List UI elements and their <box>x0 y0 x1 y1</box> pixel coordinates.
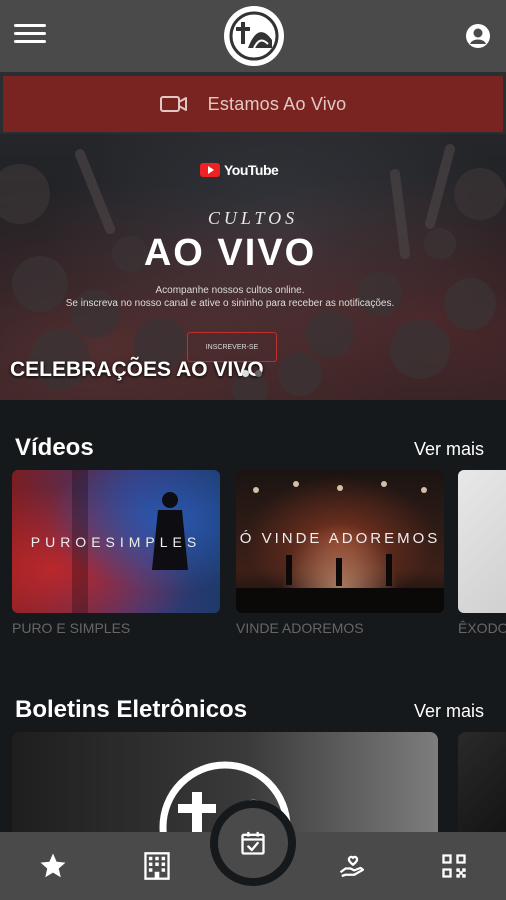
videos-section-title: Vídeos <box>15 434 94 461</box>
hamburger-menu-icon[interactable] <box>14 24 46 48</box>
heart-hand-icon[interactable] <box>335 848 371 884</box>
calendar-check-icon[interactable] <box>218 808 288 878</box>
bulletins-see-more-link[interactable]: Ver mais <box>414 701 484 722</box>
video-card[interactable]: PUROESIMPLES PURO E SIMPLES <box>12 470 220 640</box>
video-thumbnail[interactable] <box>458 470 506 613</box>
building-icon[interactable] <box>139 848 175 884</box>
hero-subtitle: Acompanhe nossos cultos online. Se inscr… <box>0 284 460 310</box>
church-cross-logo-icon <box>229 11 279 61</box>
videos-section-header: Vídeos Ver mais <box>0 430 506 470</box>
video-title: PURO E SIMPLES <box>12 620 131 636</box>
carousel-dots[interactable] <box>242 370 262 377</box>
top-app-bar <box>0 0 506 72</box>
video-thumbnail-text: Ó VINDE ADOREMOS <box>239 530 441 547</box>
youtube-logo: YouTube <box>200 162 279 178</box>
hero-subtitle-line-2: Se inscreva no nosso canal e ative o sin… <box>65 298 395 309</box>
account-circle-icon[interactable] <box>464 22 492 50</box>
hero-banner[interactable]: YouTube CULTOS AO VIVO Acompanhe nossos … <box>0 134 506 400</box>
bulletin-card[interactable] <box>458 732 506 842</box>
bulletins-section-header: Boletins Eletrônicos Ver mais <box>0 692 506 732</box>
youtube-play-icon <box>200 163 220 177</box>
youtube-label: YouTube <box>224 162 279 178</box>
video-title: ÊXODO <box>458 620 506 636</box>
video-title: VINDE ADOREMOS <box>236 620 364 636</box>
carousel-dot[interactable] <box>242 370 249 377</box>
video-card[interactable]: ÊXODO <box>458 470 506 640</box>
videos-see-more-link[interactable]: Ver mais <box>414 439 484 460</box>
video-camera-icon <box>159 96 187 112</box>
church-logo[interactable] <box>224 6 284 66</box>
carousel-dot[interactable] <box>255 370 262 377</box>
video-thumbnail[interactable]: Ó VINDE ADOREMOS <box>236 470 444 613</box>
bulletins-section-title: Boletins Eletrônicos <box>15 696 248 723</box>
hero-caption: CELEBRAÇÕES AO VIVO <box>10 358 264 381</box>
live-banner-container: Estamos Ao Vivo <box>0 72 506 134</box>
star-icon[interactable] <box>35 848 71 884</box>
hero-subtitle-line-1: Acompanhe nossos cultos online. <box>155 285 305 296</box>
video-thumbnail[interactable]: PUROESIMPLES <box>12 470 220 613</box>
videos-carousel[interactable]: PUROESIMPLES PURO E SIMPLES Ó VINDE ADOR… <box>0 470 506 640</box>
qr-code-icon[interactable] <box>436 848 472 884</box>
video-thumbnail-text: PUROESIMPLES <box>30 534 202 550</box>
hero-title: AO VIVO <box>143 232 317 274</box>
live-now-button[interactable]: Estamos Ao Vivo <box>3 76 503 132</box>
hero-cultos-text: CULTOS <box>207 208 299 228</box>
live-now-label: Estamos Ao Vivo <box>207 93 347 114</box>
video-card[interactable]: Ó VINDE ADOREMOS VINDE ADOREMOS <box>236 470 444 640</box>
